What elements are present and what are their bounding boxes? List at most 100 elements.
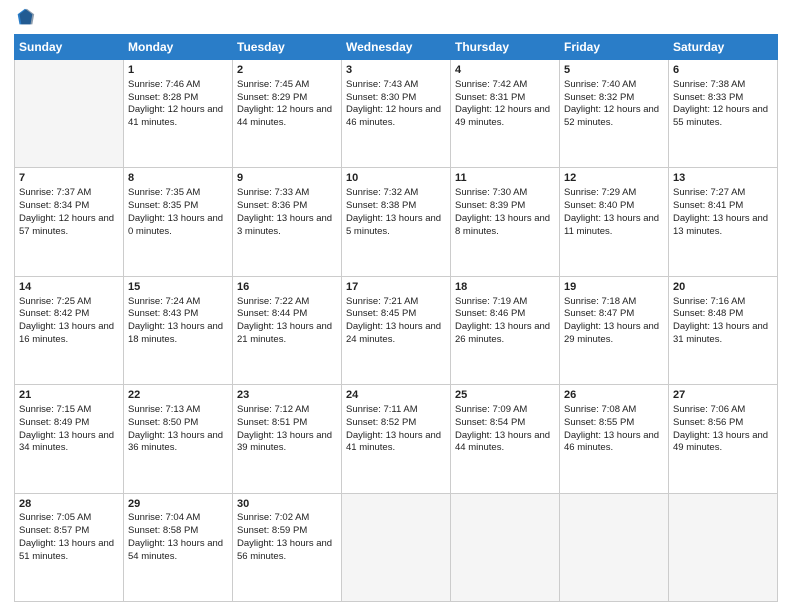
- daylight-text: Daylight: 13 hours and 41 minutes.: [346, 430, 446, 456]
- calendar-cell-3: 3Sunrise: 7:43 AMSunset: 8:30 PMDaylight…: [342, 60, 451, 168]
- sunrise-text: Sunrise: 7:02 AM: [237, 512, 337, 525]
- sunset-text: Sunset: 8:33 PM: [673, 92, 773, 105]
- sunset-text: Sunset: 8:39 PM: [455, 200, 555, 213]
- day-number: 14: [19, 280, 119, 295]
- calendar-cell-23: 23Sunrise: 7:12 AMSunset: 8:51 PMDayligh…: [233, 385, 342, 493]
- sunrise-text: Sunrise: 7:43 AM: [346, 79, 446, 92]
- sunrise-text: Sunrise: 7:45 AM: [237, 79, 337, 92]
- daylight-text: Daylight: 13 hours and 11 minutes.: [564, 213, 664, 239]
- calendar-cell-21: 21Sunrise: 7:15 AMSunset: 8:49 PMDayligh…: [15, 385, 124, 493]
- daylight-text: Daylight: 13 hours and 8 minutes.: [455, 213, 555, 239]
- calendar-cell-5: 5Sunrise: 7:40 AMSunset: 8:32 PMDaylight…: [560, 60, 669, 168]
- day-number: 30: [237, 497, 337, 512]
- sunset-text: Sunset: 8:31 PM: [455, 92, 555, 105]
- day-number: 28: [19, 497, 119, 512]
- daylight-text: Daylight: 12 hours and 46 minutes.: [346, 104, 446, 130]
- calendar-cell-10: 10Sunrise: 7:32 AMSunset: 8:38 PMDayligh…: [342, 168, 451, 276]
- calendar-cell-4: 4Sunrise: 7:42 AMSunset: 8:31 PMDaylight…: [451, 60, 560, 168]
- calendar-cell-24: 24Sunrise: 7:11 AMSunset: 8:52 PMDayligh…: [342, 385, 451, 493]
- day-number: 29: [128, 497, 228, 512]
- daylight-text: Daylight: 13 hours and 31 minutes.: [673, 321, 773, 347]
- daylight-text: Daylight: 13 hours and 51 minutes.: [19, 538, 119, 564]
- col-header-tuesday: Tuesday: [233, 35, 342, 60]
- sunset-text: Sunset: 8:42 PM: [19, 308, 119, 321]
- day-number: 25: [455, 388, 555, 403]
- day-number: 4: [455, 63, 555, 78]
- daylight-text: Daylight: 13 hours and 24 minutes.: [346, 321, 446, 347]
- calendar-cell-9: 9Sunrise: 7:33 AMSunset: 8:36 PMDaylight…: [233, 168, 342, 276]
- sunrise-text: Sunrise: 7:32 AM: [346, 187, 446, 200]
- col-header-saturday: Saturday: [669, 35, 778, 60]
- daylight-text: Daylight: 12 hours and 57 minutes.: [19, 213, 119, 239]
- calendar-cell-18: 18Sunrise: 7:19 AMSunset: 8:46 PMDayligh…: [451, 276, 560, 384]
- daylight-text: Daylight: 13 hours and 26 minutes.: [455, 321, 555, 347]
- daylight-text: Daylight: 13 hours and 0 minutes.: [128, 213, 228, 239]
- daylight-text: Daylight: 12 hours and 41 minutes.: [128, 104, 228, 130]
- sunrise-text: Sunrise: 7:25 AM: [19, 296, 119, 309]
- calendar-cell-19: 19Sunrise: 7:18 AMSunset: 8:47 PMDayligh…: [560, 276, 669, 384]
- logo: [14, 10, 38, 28]
- calendar-cell-14: 14Sunrise: 7:25 AMSunset: 8:42 PMDayligh…: [15, 276, 124, 384]
- sunset-text: Sunset: 8:47 PM: [564, 308, 664, 321]
- sunset-text: Sunset: 8:40 PM: [564, 200, 664, 213]
- daylight-text: Daylight: 13 hours and 56 minutes.: [237, 538, 337, 564]
- calendar-cell-26: 26Sunrise: 7:08 AMSunset: 8:55 PMDayligh…: [560, 385, 669, 493]
- calendar-cell-17: 17Sunrise: 7:21 AMSunset: 8:45 PMDayligh…: [342, 276, 451, 384]
- sunset-text: Sunset: 8:45 PM: [346, 308, 446, 321]
- daylight-text: Daylight: 13 hours and 29 minutes.: [564, 321, 664, 347]
- header: [14, 10, 778, 28]
- col-header-friday: Friday: [560, 35, 669, 60]
- sunset-text: Sunset: 8:28 PM: [128, 92, 228, 105]
- sunrise-text: Sunrise: 7:04 AM: [128, 512, 228, 525]
- day-number: 20: [673, 280, 773, 295]
- daylight-text: Daylight: 13 hours and 13 minutes.: [673, 213, 773, 239]
- calendar-cell-8: 8Sunrise: 7:35 AMSunset: 8:35 PMDaylight…: [124, 168, 233, 276]
- sunset-text: Sunset: 8:59 PM: [237, 525, 337, 538]
- sunset-text: Sunset: 8:36 PM: [237, 200, 337, 213]
- logo-icon: [14, 6, 36, 28]
- daylight-text: Daylight: 13 hours and 3 minutes.: [237, 213, 337, 239]
- sunset-text: Sunset: 8:58 PM: [128, 525, 228, 538]
- sunrise-text: Sunrise: 7:30 AM: [455, 187, 555, 200]
- sunset-text: Sunset: 8:49 PM: [19, 417, 119, 430]
- sunrise-text: Sunrise: 7:11 AM: [346, 404, 446, 417]
- daylight-text: Daylight: 12 hours and 49 minutes.: [455, 104, 555, 130]
- day-number: 24: [346, 388, 446, 403]
- day-number: 13: [673, 171, 773, 186]
- day-number: 2: [237, 63, 337, 78]
- daylight-text: Daylight: 13 hours and 44 minutes.: [455, 430, 555, 456]
- calendar-cell-25: 25Sunrise: 7:09 AMSunset: 8:54 PMDayligh…: [451, 385, 560, 493]
- sunset-text: Sunset: 8:50 PM: [128, 417, 228, 430]
- day-number: 12: [564, 171, 664, 186]
- day-number: 9: [237, 171, 337, 186]
- day-number: 8: [128, 171, 228, 186]
- day-number: 15: [128, 280, 228, 295]
- sunrise-text: Sunrise: 7:13 AM: [128, 404, 228, 417]
- sunset-text: Sunset: 8:55 PM: [564, 417, 664, 430]
- daylight-text: Daylight: 13 hours and 39 minutes.: [237, 430, 337, 456]
- calendar-cell-28: 28Sunrise: 7:05 AMSunset: 8:57 PMDayligh…: [15, 493, 124, 601]
- sunrise-text: Sunrise: 7:37 AM: [19, 187, 119, 200]
- sunset-text: Sunset: 8:30 PM: [346, 92, 446, 105]
- day-number: 19: [564, 280, 664, 295]
- sunset-text: Sunset: 8:51 PM: [237, 417, 337, 430]
- sunset-text: Sunset: 8:56 PM: [673, 417, 773, 430]
- sunrise-text: Sunrise: 7:42 AM: [455, 79, 555, 92]
- day-number: 6: [673, 63, 773, 78]
- daylight-text: Daylight: 13 hours and 46 minutes.: [564, 430, 664, 456]
- daylight-text: Daylight: 13 hours and 21 minutes.: [237, 321, 337, 347]
- day-number: 26: [564, 388, 664, 403]
- calendar-cell-30: 30Sunrise: 7:02 AMSunset: 8:59 PMDayligh…: [233, 493, 342, 601]
- calendar-table: SundayMondayTuesdayWednesdayThursdayFrid…: [14, 34, 778, 602]
- day-number: 11: [455, 171, 555, 186]
- day-number: 1: [128, 63, 228, 78]
- calendar-cell-15: 15Sunrise: 7:24 AMSunset: 8:43 PMDayligh…: [124, 276, 233, 384]
- sunrise-text: Sunrise: 7:21 AM: [346, 296, 446, 309]
- calendar-cell-2: 2Sunrise: 7:45 AMSunset: 8:29 PMDaylight…: [233, 60, 342, 168]
- sunrise-text: Sunrise: 7:18 AM: [564, 296, 664, 309]
- sunrise-text: Sunrise: 7:05 AM: [19, 512, 119, 525]
- sunrise-text: Sunrise: 7:40 AM: [564, 79, 664, 92]
- day-number: 21: [19, 388, 119, 403]
- calendar-cell-22: 22Sunrise: 7:13 AMSunset: 8:50 PMDayligh…: [124, 385, 233, 493]
- day-number: 3: [346, 63, 446, 78]
